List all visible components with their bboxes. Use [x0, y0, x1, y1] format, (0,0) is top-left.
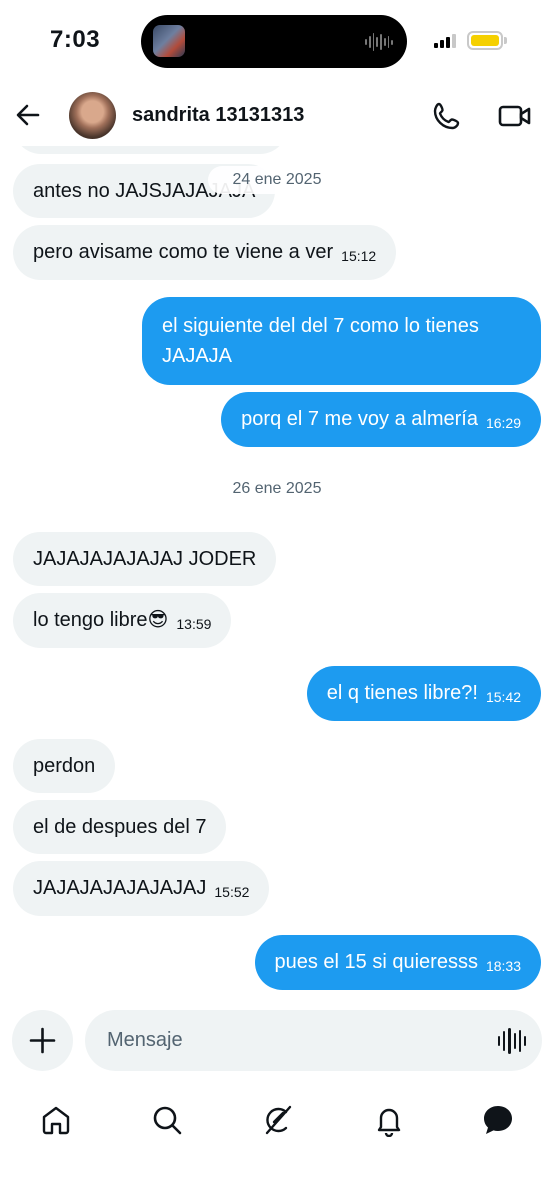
- messages-icon[interactable]: [478, 1100, 518, 1140]
- message-timestamp: 15:42: [485, 689, 521, 705]
- battery-cap: [504, 37, 507, 44]
- date-separator: 24 ene 2025: [208, 166, 346, 194]
- message-text-line: JAJAJA: [162, 345, 233, 367]
- date-separator: 26 ene 2025: [232, 480, 322, 497]
- conversation-header: sandrita 13131313: [0, 84, 554, 146]
- message-text: pues el 15 si quieresss: [274, 951, 478, 973]
- message-text: pero avisame como te viene a ver: [33, 241, 334, 263]
- message-text: JAJAJAJAJAJAJAJ: [33, 877, 207, 899]
- message-timestamp: 13:59: [176, 616, 212, 632]
- message-bubble-incoming[interactable]: pero avisame como te viene a ver 15:12: [13, 225, 397, 280]
- now-playing-thumbnail: [153, 25, 185, 57]
- contact-name[interactable]: sandrita 13131313: [132, 104, 304, 127]
- status-time: 7:03: [50, 26, 101, 53]
- message-text: lo tengo libre😎: [33, 609, 169, 631]
- message-bubble-outgoing[interactable]: pues el 15 si quieresss 18:33: [254, 935, 541, 990]
- contact-avatar[interactable]: [69, 92, 116, 139]
- notifications-bell-icon[interactable]: [369, 1100, 409, 1140]
- message-input[interactable]: [107, 1010, 487, 1071]
- status-bar: 7:03: [0, 0, 554, 80]
- message-composer[interactable]: [85, 1010, 542, 1071]
- message-bubble-outgoing[interactable]: porq el 7 me voy a almería 16:29: [221, 392, 541, 447]
- video-camera-icon[interactable]: [496, 99, 534, 133]
- message-text: JAJAJAJAJAJAJ JODER: [33, 548, 257, 570]
- message-timestamp: 15:52: [214, 884, 250, 900]
- message-bubble-outgoing[interactable]: el siguiente del del 7 como lo tienes JA…: [142, 297, 541, 385]
- message-bubble-incoming[interactable]: JAJAJAJAJAJAJAJ 15:52: [13, 861, 270, 916]
- phone-icon[interactable]: [430, 99, 464, 133]
- arrow-left-icon[interactable]: [12, 99, 44, 131]
- waveform-icon[interactable]: [498, 1027, 527, 1055]
- message-text: el de despues del 7: [33, 816, 207, 838]
- message-thread[interactable]: antes no JAJSJAJAJAJA 24 ene 2025 pero a…: [0, 130, 554, 1000]
- search-icon[interactable]: [147, 1100, 187, 1140]
- bottom-navigation: [0, 1090, 554, 1150]
- message-text: perdon: [33, 755, 96, 777]
- message-text: el q tienes libre?!: [326, 682, 478, 704]
- message-bubble-outgoing[interactable]: el q tienes libre?! 15:42: [306, 666, 541, 721]
- audio-waveform-icon: [365, 31, 393, 53]
- message-timestamp: 16:29: [485, 415, 521, 431]
- plus-icon: [29, 1027, 56, 1054]
- message-bubble-incoming[interactable]: perdon: [13, 739, 116, 793]
- message-text-line: el siguiente del del 7 como lo tienes: [162, 315, 479, 337]
- add-attachment-button[interactable]: [12, 1010, 73, 1071]
- dynamic-island[interactable]: [141, 15, 407, 68]
- message-text: porq el 7 me voy a almería: [241, 408, 478, 430]
- message-bubble-incoming[interactable]: el de despues del 7: [13, 800, 227, 854]
- home-icon[interactable]: [36, 1100, 76, 1140]
- message-bubble-incoming[interactable]: JAJAJAJAJAJAJ JODER: [13, 532, 277, 586]
- message-bubble-incoming[interactable]: lo tengo libre😎 13:59: [13, 593, 232, 648]
- grok-icon[interactable]: [258, 1100, 298, 1140]
- battery-icon: [467, 31, 503, 50]
- cellular-signal-icon: [434, 34, 460, 48]
- message-timestamp: 15:12: [341, 248, 377, 264]
- message-timestamp: 18:33: [485, 958, 521, 974]
